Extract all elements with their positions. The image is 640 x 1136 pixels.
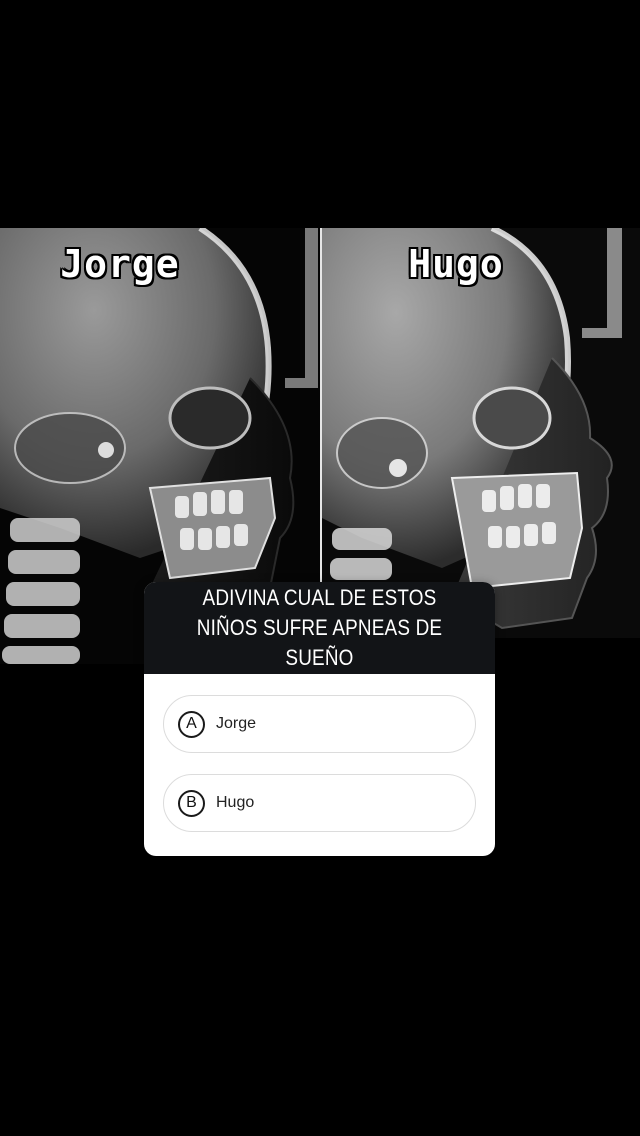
option-letter-badge: B <box>178 789 205 817</box>
quiz-header: ADIVINA CUAL DE ESTOS NIÑOS SUFRE APNEAS… <box>144 582 495 674</box>
xray-right-image <box>322 228 640 638</box>
option-letter-badge: A <box>178 710 205 738</box>
quiz-option-a[interactable]: A Jorge <box>163 695 476 753</box>
xray-right-name-label: Hugo <box>408 242 504 286</box>
quiz-sticker: ADIVINA CUAL DE ESTOS NIÑOS SUFRE APNEAS… <box>144 582 495 856</box>
story-screen: Jorge Hugo ADIVINA CUAL DE ESTOS NIÑOS S… <box>0 0 640 1136</box>
xray-right-panel: Hugo <box>322 228 640 638</box>
option-label: Hugo <box>216 794 255 811</box>
xray-left-name-label: Jorge <box>60 242 180 286</box>
option-label: Jorge <box>216 715 257 732</box>
quiz-option-b[interactable]: B Hugo <box>163 774 476 832</box>
quiz-options: A Jorge B Hugo <box>144 674 495 832</box>
quiz-question: ADIVINA CUAL DE ESTOS NIÑOS SUFRE APNEAS… <box>196 585 443 670</box>
